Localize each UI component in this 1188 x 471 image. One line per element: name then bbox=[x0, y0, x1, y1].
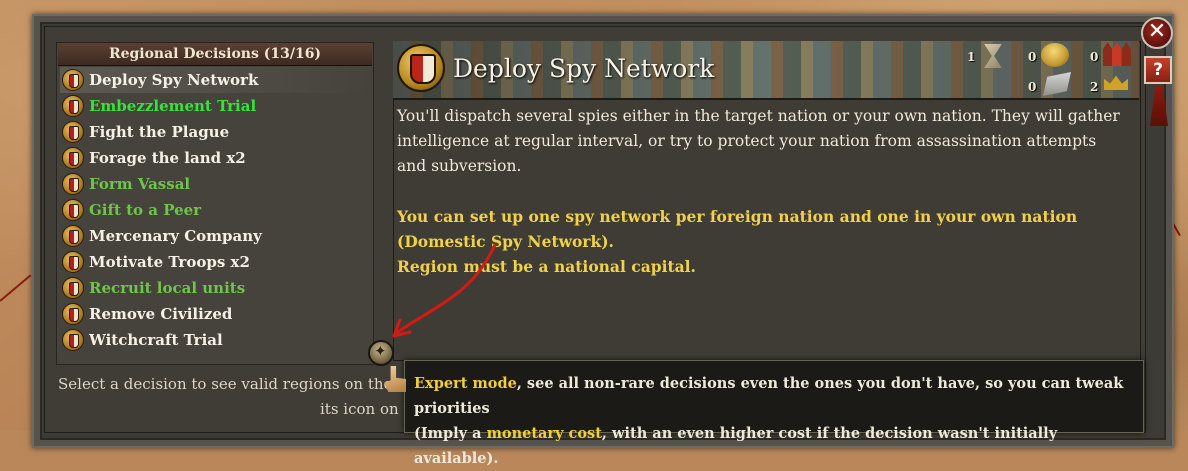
decision-icon bbox=[62, 147, 84, 169]
decision-item[interactable]: Gift to a Peer bbox=[60, 197, 370, 223]
decision-item[interactable]: Witchcraft Trial bbox=[60, 327, 370, 353]
decision-label: Deploy Spy Network bbox=[89, 71, 259, 89]
help-button[interactable]: ? bbox=[1144, 56, 1172, 84]
decision-label: Fight the Plague bbox=[89, 123, 230, 141]
decision-label: Form Vassal bbox=[89, 175, 191, 193]
decision-label: Embezzlement Trial bbox=[89, 97, 257, 115]
decision-item[interactable]: Forage the land x2 bbox=[60, 145, 370, 171]
decision-label: Remove Civilized bbox=[89, 305, 233, 323]
decision-list: Deploy Spy Network Embezzlement Trial Fi… bbox=[60, 67, 370, 353]
decision-icon bbox=[62, 277, 84, 299]
turns-cost-value: 1 bbox=[967, 50, 976, 64]
decision-item[interactable]: Form Vassal bbox=[60, 171, 370, 197]
decision-icon bbox=[62, 95, 84, 117]
requirement-capital: Region must be a national capital. bbox=[397, 257, 696, 276]
tooltip-text-2-pre: (Imply a bbox=[414, 425, 487, 442]
close-button[interactable]: ✕ bbox=[1141, 17, 1173, 49]
decision-icon bbox=[62, 121, 84, 143]
decision-item[interactable]: Deploy Spy Network bbox=[60, 67, 370, 93]
decision-icon bbox=[62, 251, 84, 273]
decision-list-header: Regional Decisions (13/16) bbox=[58, 43, 372, 66]
expert-mode-label: Expert mode bbox=[414, 375, 517, 392]
troops-cost-value: 0 bbox=[1090, 50, 1099, 64]
decision-label: Forage the land x2 bbox=[89, 149, 246, 167]
decision-item[interactable]: Remove Civilized bbox=[60, 301, 370, 327]
annotation-arrow-icon bbox=[392, 243, 497, 338]
decision-label: Mercenary Company bbox=[89, 227, 262, 245]
decision-item[interactable]: Recruit local units bbox=[60, 275, 370, 301]
decision-description: You'll dispatch several spies either in … bbox=[397, 107, 1120, 175]
decision-icon bbox=[62, 69, 84, 91]
tooltip-text-1: , see all non-rare decisions even the on… bbox=[414, 375, 1124, 417]
gold-coins-icon bbox=[1041, 43, 1069, 67]
decision-icon bbox=[62, 173, 84, 195]
spy-network-emblem-icon bbox=[397, 44, 445, 92]
decision-item[interactable]: Embezzlement Trial bbox=[60, 93, 370, 119]
decision-requirements: You can set up one spy network per forei… bbox=[397, 204, 1127, 279]
decision-icon bbox=[62, 329, 84, 351]
iron-cost-value: 0 bbox=[1028, 80, 1037, 94]
monetary-cost-label: monetary cost bbox=[486, 425, 602, 442]
decision-label: Gift to a Peer bbox=[89, 201, 202, 219]
gold-cost-value: 0 bbox=[1028, 50, 1037, 64]
decision-label: Motivate Troops x2 bbox=[89, 253, 250, 271]
decision-item[interactable]: Mercenary Company bbox=[60, 223, 370, 249]
decision-title: Deploy Spy Network bbox=[453, 54, 715, 83]
decision-icon bbox=[62, 199, 84, 221]
crowns-cost-value: 2 bbox=[1090, 80, 1099, 94]
decision-label: Recruit local units bbox=[89, 279, 246, 297]
decision-item[interactable]: Motivate Troops x2 bbox=[60, 249, 370, 275]
decision-item[interactable]: Fight the Plague bbox=[60, 119, 370, 145]
decision-icon bbox=[62, 303, 84, 325]
requirement-spy-limit: You can set up one spy network per forei… bbox=[397, 207, 1078, 251]
tooltip-text: Expert mode, see all non-rare decisions … bbox=[414, 371, 1138, 471]
decision-icon bbox=[62, 225, 84, 247]
decision-label: Witchcraft Trial bbox=[89, 331, 223, 349]
soldiers-icon bbox=[1103, 42, 1131, 66]
